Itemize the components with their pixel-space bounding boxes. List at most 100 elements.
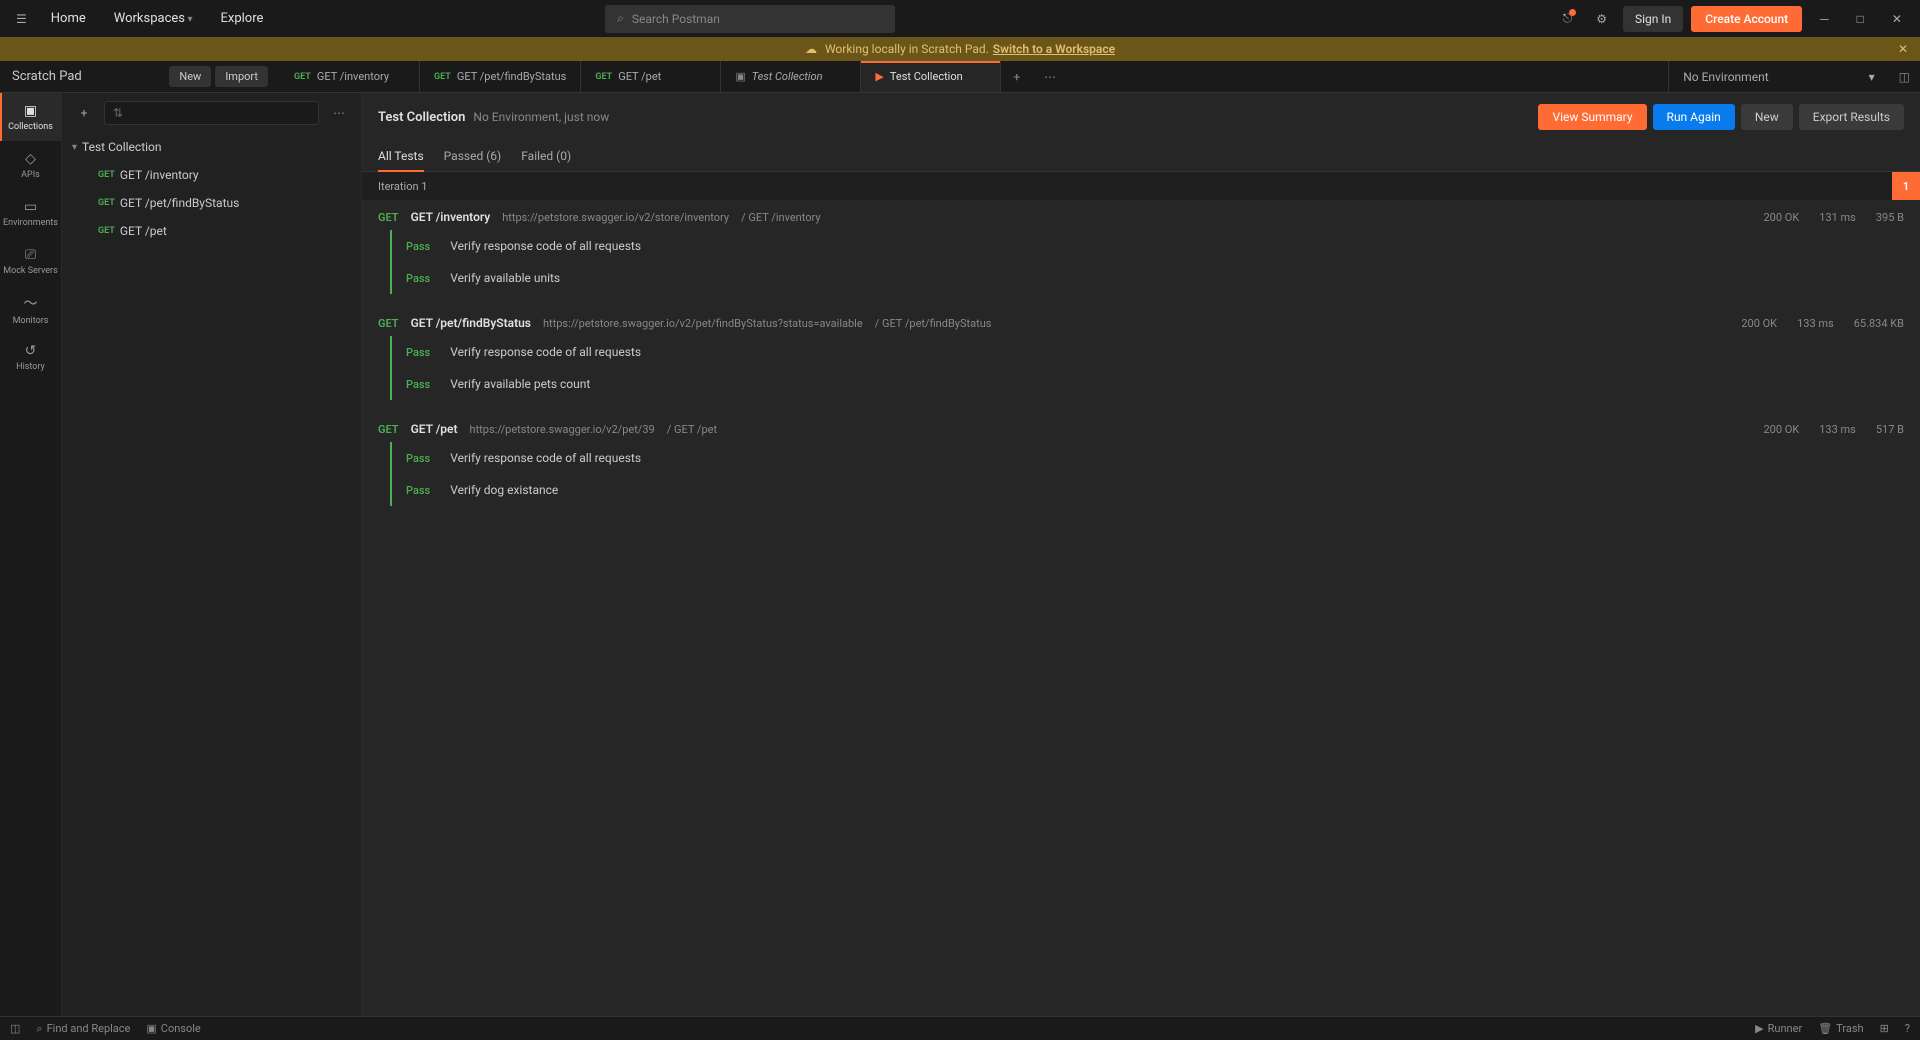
view-summary-button[interactable]: View Summary (1538, 104, 1646, 130)
sidebar-item-monitors[interactable]: 〜 Monitors (0, 285, 61, 333)
tree-request-item[interactable]: GET GET /pet/findByStatus (62, 189, 361, 217)
sidebar-label: History (16, 362, 45, 372)
tab-runner[interactable]: ▶ Test Collection (861, 61, 1001, 92)
response-time: 133 ms (1797, 317, 1834, 330)
test-row: Pass Verify available pets count (392, 368, 1904, 400)
method-badge: GET (595, 72, 612, 82)
tree-panel: + ⇅ ⋯ ▾ Test Collection GET GET /invento… (62, 93, 362, 1016)
help-icon[interactable]: ? (1905, 1022, 1910, 1035)
play-icon: ▶ (875, 70, 883, 83)
import-button[interactable]: Import (215, 66, 268, 87)
export-results-button[interactable]: Export Results (1799, 104, 1904, 130)
console-button[interactable]: ▣Console (146, 1022, 200, 1035)
test-row: Pass Verify response code of all request… (392, 230, 1904, 262)
titlebar: ☰ Home Workspaces Explore ⌕ Search Postm… (0, 0, 1920, 37)
sidebar-item-environments[interactable]: ▭ Environments (0, 189, 61, 237)
search-input[interactable]: ⌕ Search Postman (605, 5, 895, 33)
search-icon: ⌕ (36, 1022, 42, 1036)
tree-request-item[interactable]: GET GET /pet (62, 217, 361, 245)
method-badge: GET (98, 226, 115, 236)
layout-icon[interactable]: ⊞ (1880, 1022, 1889, 1035)
cloud-off-icon: ☁ (805, 42, 817, 56)
statusbar: ◫ ⌕Find and Replace ▣Console ▶Runner 🗑Tr… (0, 1016, 1920, 1040)
iteration-badge[interactable]: 1 (1892, 172, 1920, 200)
response-time: 131 ms (1819, 211, 1856, 224)
banner-close-icon[interactable]: ✕ (1898, 42, 1908, 56)
tree-request-item[interactable]: GET GET /inventory (62, 161, 361, 189)
request-row[interactable]: GET GET /inventory https://petstore.swag… (378, 200, 1904, 230)
tab-inventory[interactable]: GET GET /inventory (280, 61, 420, 92)
method-badge: GET (294, 72, 311, 82)
workspace-label: Scratch Pad New Import (0, 61, 280, 92)
tab-collection[interactable]: ▣ Test Collection (721, 61, 861, 92)
filter-input[interactable]: ⇅ (104, 101, 319, 125)
request-path: / GET /pet (667, 423, 717, 436)
add-tab-icon[interactable]: + (1001, 61, 1032, 92)
test-status: Pass (406, 378, 430, 391)
find-replace-button[interactable]: ⌕Find and Replace (36, 1022, 130, 1036)
minimize-icon[interactable]: ─ (1810, 6, 1839, 32)
subtab-passed[interactable]: Passed (6) (444, 141, 502, 171)
test-row: Pass Verify response code of all request… (392, 442, 1904, 474)
chevron-down-icon: ▾ (1869, 70, 1875, 84)
tab-label: Test Collection (752, 70, 823, 83)
request-path: / GET /pet/findByStatus (875, 317, 992, 330)
trash-icon: 🗑 (1818, 1022, 1832, 1035)
maximize-icon[interactable]: □ (1847, 6, 1874, 32)
tab-options-icon[interactable]: ⋯ (1032, 61, 1068, 92)
api-icon: ◇ (25, 151, 36, 167)
add-collection-icon[interactable]: + (72, 101, 96, 125)
method-badge: GET (98, 198, 115, 208)
request-name: GET /inventory (411, 210, 491, 224)
tree-label: Test Collection (82, 140, 162, 154)
close-icon[interactable]: ✕ (1882, 6, 1912, 32)
banner-text: Working locally in Scratch Pad. (825, 42, 989, 56)
test-description: Verify response code of all requests (450, 239, 641, 253)
method-badge: GET (378, 317, 399, 330)
tree-collection-root[interactable]: ▾ Test Collection (62, 133, 361, 161)
test-status: Pass (406, 484, 430, 497)
tree-options-icon[interactable]: ⋯ (327, 106, 351, 120)
chevron-down-icon: ▾ (72, 142, 77, 153)
subtab-failed[interactable]: Failed (0) (521, 141, 571, 171)
tab-findbystatus[interactable]: GET GET /pet/findByStatus (420, 61, 581, 92)
status-code: 200 OK (1764, 211, 1800, 224)
env-quick-look-icon[interactable]: ◫ (1889, 61, 1920, 92)
request-row[interactable]: GET GET /pet https://petstore.swagger.io… (378, 412, 1904, 442)
tree-label: GET /pet (120, 224, 167, 238)
mock-server-icon: ⎚ (25, 247, 36, 263)
test-description: Verify response code of all requests (450, 451, 641, 465)
trash-button[interactable]: 🗑Trash (1818, 1022, 1863, 1035)
subtab-all-tests[interactable]: All Tests (378, 141, 424, 171)
nav-explore[interactable]: Explore (208, 3, 275, 34)
new-run-button[interactable]: New (1741, 104, 1793, 130)
create-account-button[interactable]: Create Account (1691, 6, 1802, 32)
tab-pet[interactable]: GET GET /pet (581, 61, 721, 92)
request-name: GET /pet (411, 422, 458, 436)
run-again-button[interactable]: Run Again (1653, 104, 1735, 130)
sidebar: ▣ Collections ◇ APIs ▭ Environments ⎚ Mo… (0, 93, 62, 1016)
test-block: Pass Verify response code of all request… (390, 336, 1904, 400)
env-label: No Environment (1683, 70, 1768, 84)
sidebar-label: Environments (3, 218, 58, 228)
new-button[interactable]: New (169, 66, 211, 87)
panel-toggle-icon[interactable]: ◫ (10, 1022, 20, 1035)
sidebar-item-history[interactable]: ↺ History (0, 333, 61, 381)
banner-link[interactable]: Switch to a Workspace (993, 42, 1115, 56)
request-row[interactable]: GET GET /pet/findByStatus https://petsto… (378, 306, 1904, 336)
sidebar-item-apis[interactable]: ◇ APIs (0, 141, 61, 189)
invite-icon[interactable]: ⎋ (1555, 5, 1581, 32)
settings-icon[interactable]: ⚙ (1588, 6, 1615, 32)
tree-label: GET /inventory (120, 168, 199, 182)
test-row: Pass Verify response code of all request… (392, 336, 1904, 368)
nav-home[interactable]: Home (39, 3, 98, 34)
search-icon: ⌕ (617, 11, 624, 26)
signin-button[interactable]: Sign In (1623, 6, 1683, 32)
sidebar-item-mock-servers[interactable]: ⎚ Mock Servers (0, 237, 61, 285)
menu-icon[interactable]: ☰ (8, 6, 35, 32)
runner-button[interactable]: ▶Runner (1755, 1022, 1802, 1035)
environment-select[interactable]: No Environment ▾ (1668, 61, 1888, 92)
nav-workspaces[interactable]: Workspaces (102, 3, 205, 34)
method-badge: GET (378, 211, 399, 224)
sidebar-item-collections[interactable]: ▣ Collections (0, 93, 61, 141)
